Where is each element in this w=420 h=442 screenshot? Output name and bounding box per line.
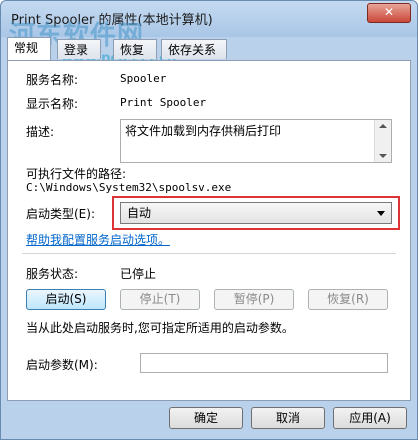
exec-path-value: C:\Windows\System32\spoolsv.exe (26, 181, 232, 194)
service-status-value: 已停止 (120, 267, 157, 281)
description-text: 将文件加载到内存供稍后打印 (125, 124, 282, 138)
properties-dialog: Print Spooler 的属性(本地计算机) ✕ 河东软件网 www.pc0… (0, 0, 418, 440)
startup-type-label: 启动类型(E): (26, 207, 95, 221)
startup-type-select[interactable]: 自动 (120, 202, 392, 224)
scroll-down-icon[interactable] (379, 154, 387, 158)
start-params-input[interactable] (140, 353, 388, 373)
resume-button[interactable]: 恢复(R) (308, 289, 388, 310)
apply-button[interactable]: 应用(A) (333, 407, 407, 429)
start-params-hint: 当从此处启动服务时,您可指定所适用的启动参数。 (26, 321, 294, 335)
tab-recovery[interactable]: 恢复 (113, 39, 157, 59)
start-params-label: 启动参数(M): (26, 358, 98, 372)
chevron-down-icon (377, 211, 385, 216)
display-name-value: Print Spooler (120, 96, 207, 109)
exec-path-label: 可执行文件的路径: (26, 167, 127, 181)
startup-type-value: 自动 (127, 206, 152, 220)
service-name-label: 服务名称: (26, 73, 79, 87)
service-status-label: 服务状态: (26, 267, 79, 281)
description-label: 描述: (26, 125, 55, 139)
help-link[interactable]: 帮助我配置服务启动选项。 (26, 231, 170, 248)
description-scrollbar[interactable] (374, 120, 391, 162)
divider (22, 253, 396, 254)
general-panel: 服务名称: Spooler 显示名称: Print Spooler 描述: 将文… (7, 60, 411, 401)
scroll-up-icon[interactable] (379, 124, 387, 128)
tab-general[interactable]: 常规 (7, 37, 51, 60)
service-name-value: Spooler (120, 72, 167, 85)
description-box[interactable]: 将文件加载到内存供稍后打印 (120, 119, 392, 163)
display-name-label: 显示名称: (26, 97, 79, 111)
pause-button[interactable]: 暂停(P) (214, 289, 294, 310)
tab-dependencies[interactable]: 依存关系 (161, 39, 227, 59)
start-button[interactable]: 启动(S) (26, 289, 106, 310)
close-button[interactable]: ✕ (367, 3, 411, 23)
stop-button[interactable]: 停止(T) (120, 289, 200, 310)
tab-logon[interactable]: 登录 (57, 39, 101, 59)
cancel-button[interactable]: 取消 (251, 407, 325, 429)
ok-button[interactable]: 确定 (169, 407, 243, 429)
